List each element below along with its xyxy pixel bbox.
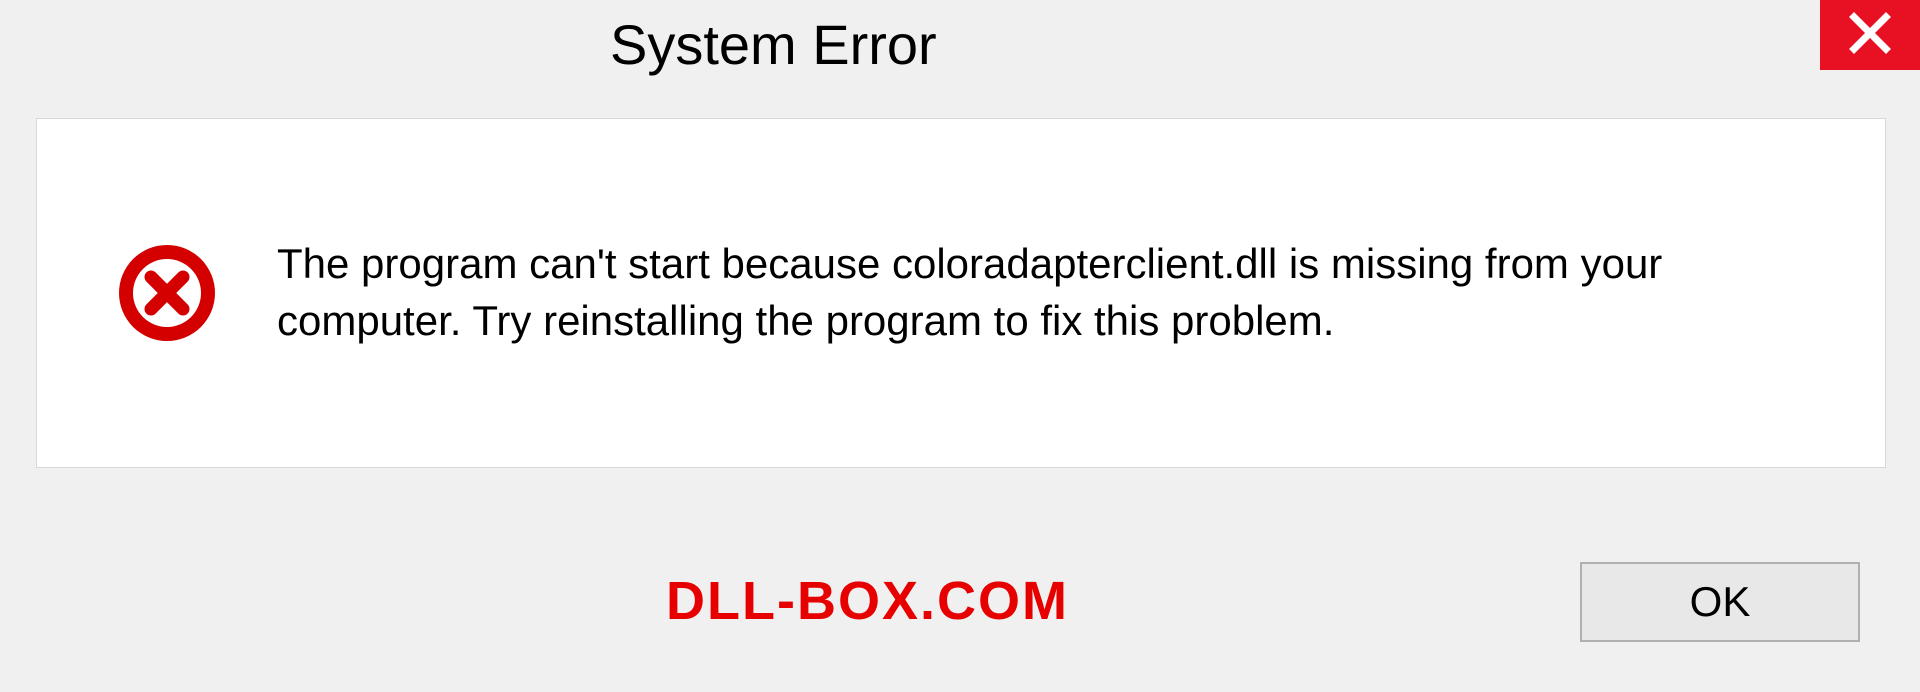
titlebar: System Error <box>0 0 1920 100</box>
footer: DLL-BOX.COM OK <box>0 512 1920 692</box>
error-message: The program can't start because colorada… <box>277 236 1805 349</box>
close-button[interactable] <box>1820 0 1920 70</box>
error-icon <box>117 243 217 343</box>
close-icon <box>1848 11 1892 60</box>
ok-button[interactable]: OK <box>1580 562 1860 642</box>
dialog-title: System Error <box>610 12 937 77</box>
watermark-text: DLL-BOX.COM <box>666 570 1069 632</box>
content-panel: The program can't start because colorada… <box>36 118 1886 468</box>
